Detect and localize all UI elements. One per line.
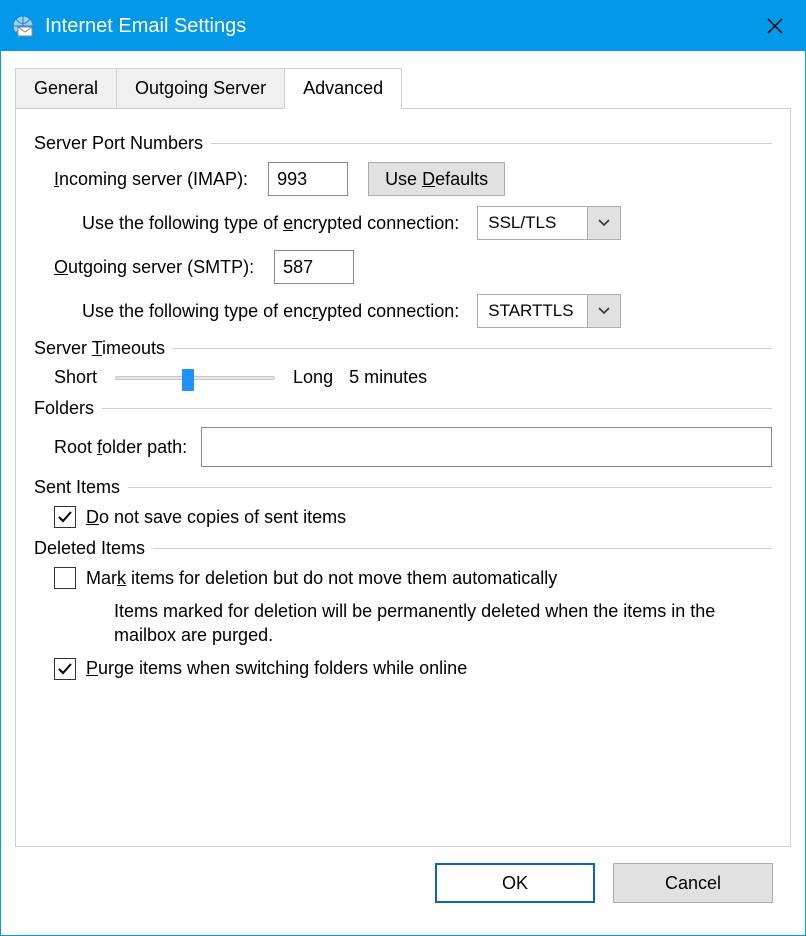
cancel-button[interactable]: Cancel xyxy=(613,863,773,903)
row-root-folder: Root folder path: xyxy=(54,427,772,467)
outgoing-label: Outgoing server (SMTP): xyxy=(54,257,254,278)
ok-button[interactable]: OK xyxy=(435,863,595,903)
divider xyxy=(211,143,772,144)
deletion-help-text: Items marked for deletion will be perman… xyxy=(114,599,772,648)
mark-for-deletion-checkbox[interactable] xyxy=(54,567,76,589)
outgoing-port-input[interactable] xyxy=(274,250,354,284)
incoming-label: Incoming server (IMAP): xyxy=(54,169,248,190)
row-incoming-encryption: Use the following type of encrypted conn… xyxy=(82,206,772,240)
row-mark-for-deletion: Mark items for deletion but do not move … xyxy=(54,567,772,589)
timeout-value: 5 minutes xyxy=(349,367,427,388)
window-title: Internet Email Settings xyxy=(45,15,745,38)
group-label: Folders xyxy=(34,398,94,419)
incoming-encryption-select[interactable]: SSL/TLS xyxy=(477,206,621,240)
divider xyxy=(153,548,772,549)
tabstrip: General Outgoing Server Advanced xyxy=(15,65,791,109)
dialog-window: Internet Email Settings General Outgoing… xyxy=(0,0,806,936)
outgoing-encryption-select[interactable]: STARTTLS xyxy=(477,294,621,328)
incoming-port-input[interactable] xyxy=(268,162,348,196)
purge-items-label: Purge items when switching folders while… xyxy=(86,658,467,679)
chevron-down-icon xyxy=(588,295,620,327)
check-icon xyxy=(57,661,73,677)
row-purge-items: Purge items when switching folders while… xyxy=(54,658,772,680)
timeout-short-label: Short xyxy=(54,367,97,388)
tab-outgoing-server[interactable]: Outgoing Server xyxy=(116,68,285,109)
close-icon xyxy=(767,18,783,34)
group-server-timeouts: Server Timeouts xyxy=(34,338,772,359)
close-button[interactable] xyxy=(745,1,805,51)
dialog-footer: OK Cancel xyxy=(15,847,791,921)
do-not-save-sent-checkbox[interactable] xyxy=(54,506,76,528)
incoming-encryption-value: SSL/TLS xyxy=(478,207,588,239)
timeout-long-label: Long xyxy=(293,367,333,388)
group-label: Sent Items xyxy=(34,477,120,498)
group-deleted-items: Deleted Items xyxy=(34,538,772,559)
tabpanel-advanced: Server Port Numbers Incoming server (IMA… xyxy=(15,108,791,847)
group-label: Server Port Numbers xyxy=(34,133,203,154)
tab-advanced[interactable]: Advanced xyxy=(284,68,402,109)
mark-for-deletion-label: Mark items for deletion but do not move … xyxy=(86,568,557,589)
check-icon xyxy=(57,509,73,525)
divider xyxy=(173,348,772,349)
root-folder-label: Root folder path: xyxy=(54,437,187,458)
do-not-save-sent-label: Do not save copies of sent items xyxy=(86,507,346,528)
divider xyxy=(128,487,772,488)
row-timeout-slider: Short Long 5 minutes xyxy=(54,367,772,388)
group-label: Server Timeouts xyxy=(34,338,165,359)
group-folders: Folders xyxy=(34,398,772,419)
group-server-port-numbers: Server Port Numbers xyxy=(34,133,772,154)
row-outgoing-port: Outgoing server (SMTP): xyxy=(54,250,772,284)
use-defaults-button[interactable]: Use Defaults xyxy=(368,162,505,196)
outgoing-encryption-value: STARTTLS xyxy=(478,295,588,327)
row-incoming-port: Incoming server (IMAP): Use Defaults xyxy=(54,162,772,196)
root-folder-input[interactable] xyxy=(201,427,772,467)
purge-items-checkbox[interactable] xyxy=(54,658,76,680)
tab-general[interactable]: General xyxy=(15,68,117,109)
row-do-not-save-sent: Do not save copies of sent items xyxy=(54,506,772,528)
timeout-slider[interactable] xyxy=(115,376,275,380)
row-outgoing-encryption: Use the following type of encrypted conn… xyxy=(82,294,772,328)
app-icon xyxy=(11,14,35,38)
divider xyxy=(102,408,772,409)
titlebar: Internet Email Settings xyxy=(1,1,805,51)
dialog-content: General Outgoing Server Advanced Server … xyxy=(1,51,805,935)
chevron-down-icon xyxy=(588,207,620,239)
slider-thumb[interactable] xyxy=(182,369,194,391)
outgoing-encryption-label: Use the following type of encrypted conn… xyxy=(82,301,459,322)
group-sent-items: Sent Items xyxy=(34,477,772,498)
group-label: Deleted Items xyxy=(34,538,145,559)
incoming-encryption-label: Use the following type of encrypted conn… xyxy=(82,213,459,234)
